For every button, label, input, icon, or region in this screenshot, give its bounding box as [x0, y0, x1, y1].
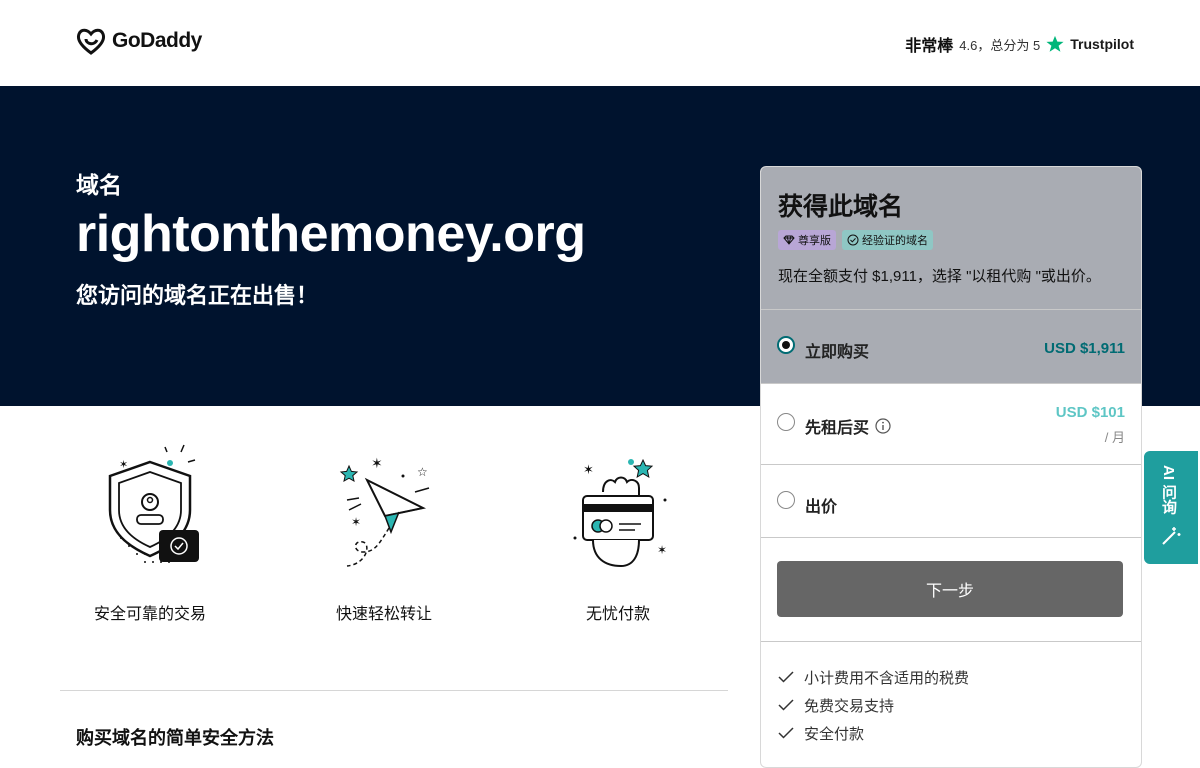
diamond-icon [783, 235, 795, 245]
option-offer-label: 出价 [805, 499, 838, 516]
domain-name: rightonthemoney.org [76, 205, 586, 263]
checkmark-icon [778, 671, 794, 683]
option-offer[interactable]: 出价 [761, 465, 1141, 537]
trustpilot-brand: Trustpilot [1070, 36, 1134, 52]
hero-subtitle: 您访问的域名正在出售！ [76, 283, 319, 308]
panel-separator [761, 537, 1141, 538]
ai-tab-label: AI 问询 [1160, 465, 1177, 515]
panel-separator [761, 641, 1141, 642]
shield-icon: ✶ [108, 444, 199, 563]
premium-badge-label: 尊享版 [798, 235, 831, 247]
radio-offer[interactable] [777, 491, 795, 509]
info-icon[interactable] [875, 418, 891, 434]
panel-description: 现在全额支付 $1,911，选择 "以租代购 "或出价。 [778, 268, 1101, 285]
radio-lease[interactable] [777, 413, 795, 431]
svg-text:✶: ✶ [119, 459, 128, 471]
option-buy-now[interactable]: 立即购买 USD $1,911 [761, 310, 1141, 382]
benefits-list: 小计费用不含适用的税费 免费交易支持 安全付款 [778, 663, 969, 747]
feature-secure: ✶ 安全可靠的交易 [50, 440, 250, 624]
panel-title: 获得此域名 [778, 193, 904, 221]
benefit-item: 安全付款 [778, 719, 969, 747]
benefit-label: 小计费用不含适用的税费 [804, 669, 970, 687]
verified-badge-label: 经验证的域名 [862, 235, 928, 247]
trustpilot-star-icon [1046, 35, 1064, 52]
godaddy-heart-icon [76, 28, 106, 55]
site-header: GoDaddy 非常棒 4.6，总分为 5 Trustpilot [0, 0, 1200, 86]
paper-plane-icon: ✶ ☆ ✶ [339, 455, 430, 567]
trust-rating-word: 非常棒 [905, 38, 954, 55]
trust-score: 4.6，总分为 5 [959, 37, 1041, 53]
section-divider [60, 690, 728, 691]
svg-text:✶: ✶ [583, 462, 594, 477]
magic-wand-icon [1162, 527, 1181, 545]
check-circle-icon [847, 234, 859, 246]
next-button[interactable]: 下一步 [777, 561, 1123, 617]
trustpilot-rating[interactable]: 非常棒 4.6，总分为 5 Trustpilot [905, 32, 1134, 56]
svg-text:✶: ✶ [657, 543, 667, 557]
option-buy-now-price: USD $1,911 [1044, 340, 1125, 357]
feature-label-secure: 安全可靠的交易 [93, 606, 206, 623]
verified-badge: 经验证的域名 [842, 230, 933, 250]
feature-label-transfer: 快速轻松转让 [335, 606, 432, 623]
checkmark-icon [778, 727, 794, 739]
option-lease-label-wrap: 先租后买 [805, 414, 891, 438]
badge-row: 尊享版 经验证的域名 [778, 230, 933, 250]
benefit-item: 小计费用不含适用的税费 [778, 663, 969, 691]
svg-text:☆: ☆ [417, 465, 428, 479]
radio-buy-now[interactable] [777, 336, 795, 354]
purchase-panel: 获得此域名 尊享版 经验证的域名 现在全额支付 $1,911，选择 "以租代购 … [760, 166, 1142, 768]
ai-assistant-tab[interactable]: AI 问询 [1142, 449, 1200, 566]
option-lease[interactable]: 先租后买 USD $101 / 月 [761, 384, 1141, 464]
benefit-item: 免费交易支持 [778, 691, 969, 719]
feature-label-payment: 无忧付款 [585, 606, 650, 623]
option-lease-label: 先租后买 [805, 420, 870, 437]
godaddy-logo[interactable]: GoDaddy [76, 27, 202, 55]
feature-transfer: ✶ ☆ ✶ 快速轻松转让 [284, 440, 484, 624]
feature-payment: ✶ ✶ 无忧付款 [518, 440, 718, 624]
section-title: 购买域名的简单安全方法 [76, 728, 274, 748]
premium-badge: 尊享版 [778, 230, 836, 250]
benefit-label: 免费交易支持 [804, 697, 895, 715]
option-lease-unit: / 月 [1104, 430, 1125, 445]
card-payment-icon: ✶ ✶ [573, 458, 667, 568]
hero-label: 域名 [76, 172, 122, 198]
logo-text: GoDaddy [112, 29, 202, 52]
checkmark-icon [778, 699, 794, 711]
svg-text:✶: ✶ [371, 455, 383, 471]
svg-text:✶: ✶ [351, 515, 361, 529]
features-section: ✶ 安全可靠的交易 ✶ ☆ ✶ 快速轻松转让 ✶ ✶ 无忧付款 [60, 440, 730, 640]
benefit-label: 安全付款 [804, 725, 865, 743]
option-lease-price: USD $101 [1055, 404, 1125, 421]
option-buy-now-label: 立即购买 [805, 344, 870, 361]
